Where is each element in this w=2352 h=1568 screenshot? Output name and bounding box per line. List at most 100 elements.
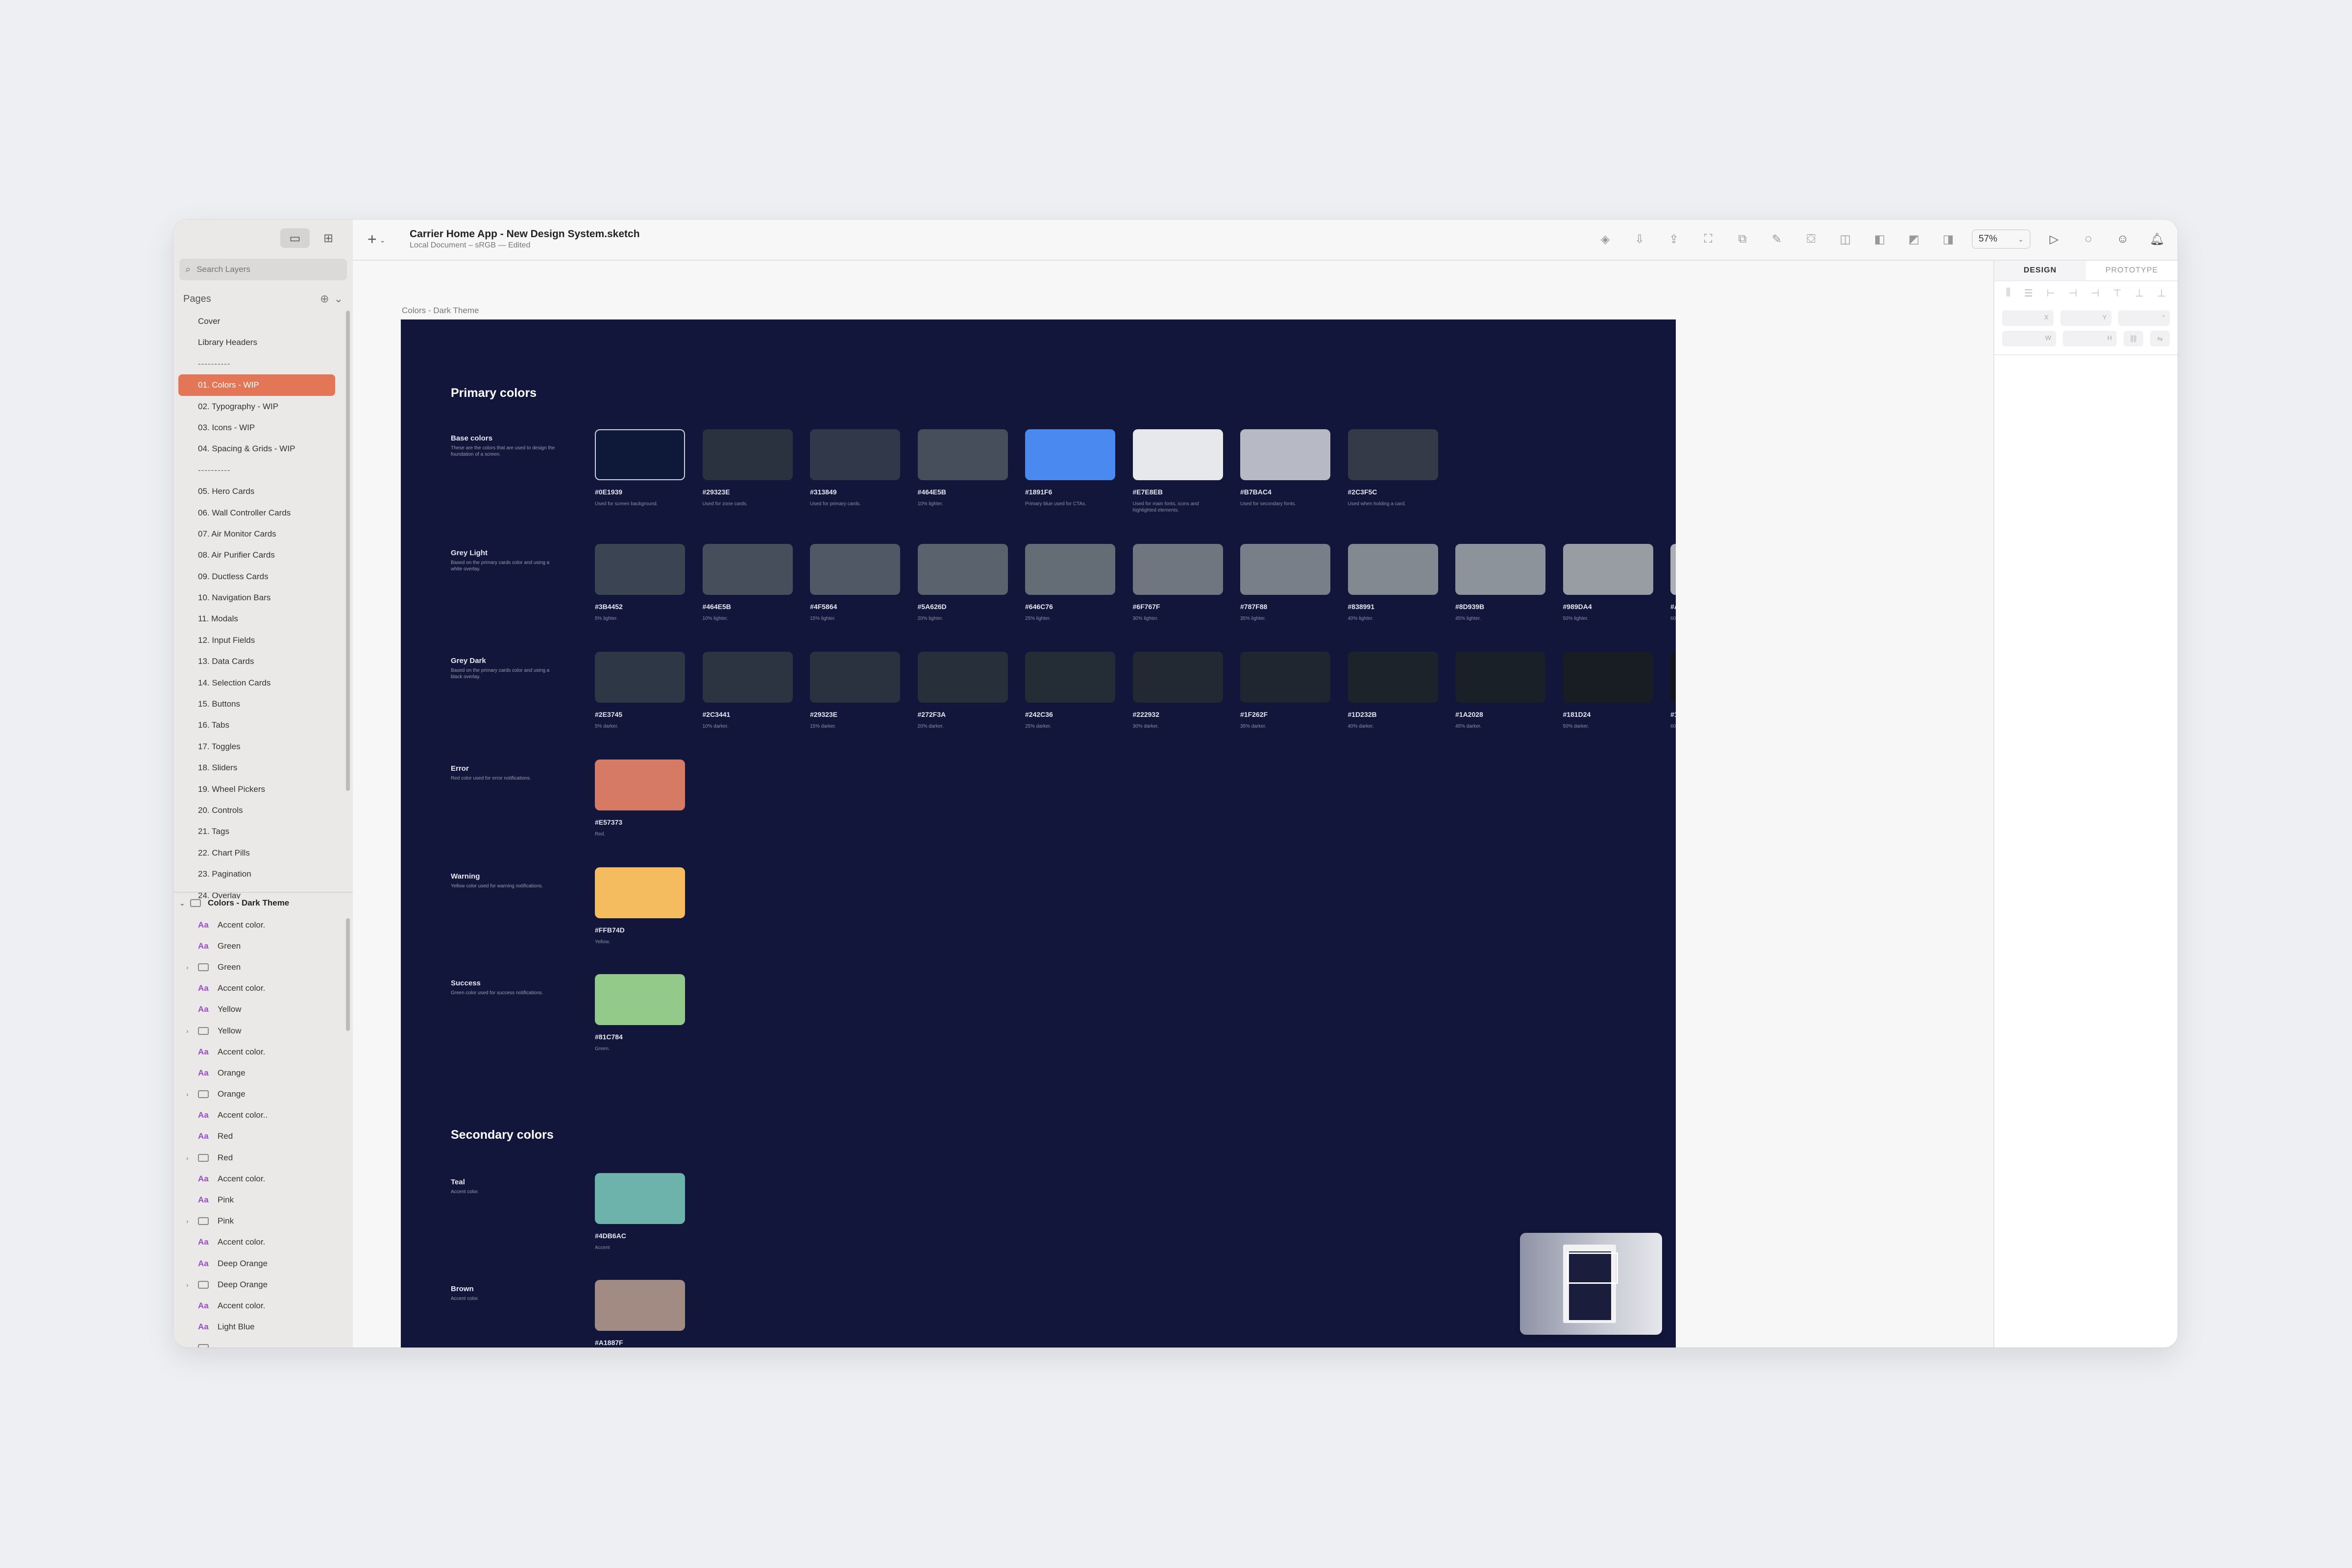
chevron-right-icon[interactable]: › bbox=[186, 963, 198, 971]
add-page-icon[interactable]: ⊕ bbox=[320, 293, 329, 305]
align-top-icon[interactable]: ⊤ bbox=[2113, 287, 2121, 299]
color-swatch[interactable]: #222932 30% darker. bbox=[1132, 652, 1223, 730]
page-item[interactable]: 07. Air Monitor Cards bbox=[178, 523, 335, 544]
layer-text-item[interactable]: Aa Accent color. bbox=[173, 1232, 353, 1253]
swatch-chip[interactable] bbox=[810, 652, 900, 703]
color-swatch[interactable]: #838991 40% lighter. bbox=[1348, 544, 1438, 622]
minimap[interactable] bbox=[1520, 1233, 1662, 1335]
page-item[interactable]: 01. Colors - WIP bbox=[178, 374, 335, 396]
forward-icon[interactable]: ⇩ bbox=[1629, 229, 1650, 249]
page-item[interactable]: 19. Wheel Pickers bbox=[178, 779, 335, 800]
color-swatch[interactable]: #242C36 25% darker. bbox=[1025, 652, 1115, 730]
layer-text-item[interactable]: Aa Accent color. bbox=[173, 914, 353, 935]
color-swatch[interactable]: #464E5B 10% lighter. bbox=[702, 544, 793, 622]
canvas[interactable]: Colors - Dark Theme Primary colors Secon… bbox=[353, 261, 1676, 1348]
swatch-chip[interactable] bbox=[1670, 544, 1676, 595]
chevron-right-icon[interactable]: › bbox=[186, 1027, 198, 1035]
color-swatch[interactable]: #1F262F 35% darker. bbox=[1240, 652, 1330, 730]
play-icon[interactable]: ▷ bbox=[2043, 229, 2065, 249]
page-item[interactable]: 10. Navigation Bars bbox=[178, 587, 335, 608]
page-item[interactable]: 06. Wall Controller Cards bbox=[178, 502, 335, 523]
layer-text-item[interactable]: Aa Red bbox=[173, 1126, 353, 1147]
y-field[interactable]: Y bbox=[2060, 310, 2112, 326]
swatch-chip[interactable] bbox=[1348, 652, 1438, 703]
layer-group-item[interactable]: › bbox=[173, 1338, 353, 1348]
swatch-chip[interactable] bbox=[1025, 429, 1115, 480]
page-item[interactable]: Library Headers bbox=[178, 332, 335, 353]
layer-text-item[interactable]: Aa Orange bbox=[173, 1062, 353, 1083]
swatch-chip[interactable] bbox=[917, 652, 1008, 703]
comment-icon[interactable]: ◌ bbox=[2078, 229, 2099, 249]
page-item[interactable]: 14. Selection Cards bbox=[178, 672, 335, 693]
layer-group-item[interactable]: › Green bbox=[173, 956, 353, 978]
align-left-icon[interactable]: ⊢ bbox=[2047, 287, 2055, 299]
layer-text-item[interactable]: Aa Deep Orange bbox=[173, 1253, 353, 1274]
height-field[interactable]: H bbox=[2063, 331, 2117, 346]
color-swatch[interactable]: #13171D 60% darker. bbox=[1670, 652, 1676, 730]
layer-text-item[interactable]: Aa Accent color.. bbox=[173, 1105, 353, 1126]
swatch-chip[interactable] bbox=[1025, 544, 1115, 595]
layer-group-item[interactable]: › Yellow bbox=[173, 1020, 353, 1041]
color-swatch[interactable]: #5A626D 20% lighter. bbox=[917, 544, 1008, 622]
color-swatch[interactable]: #313849 Used for primary cards. bbox=[810, 429, 900, 507]
color-swatch[interactable]: #1A2028 45% darker. bbox=[1455, 652, 1545, 730]
layers-scrollbar[interactable] bbox=[346, 918, 350, 1031]
intersect-icon[interactable]: ◩ bbox=[1903, 229, 1925, 249]
layer-text-item[interactable]: Aa Light Blue bbox=[173, 1317, 353, 1338]
swatch-chip[interactable] bbox=[1240, 652, 1330, 703]
color-swatch[interactable]: #FFB74D Yellow. bbox=[595, 867, 685, 945]
search-input[interactable] bbox=[196, 264, 325, 275]
page-item[interactable]: 13. Data Cards bbox=[178, 651, 335, 672]
color-swatch[interactable]: #ACB0B6 60% lighter. bbox=[1670, 544, 1676, 622]
color-swatch[interactable]: #2C3F5C Used when holding a card. bbox=[1348, 429, 1438, 507]
layer-text-item[interactable]: Aa Accent color. bbox=[173, 1295, 353, 1316]
page-separator[interactable]: ---------- bbox=[178, 460, 335, 481]
align-right-icon[interactable]: ⊣ bbox=[2091, 287, 2099, 299]
layer-text-item[interactable]: Aa Accent color. bbox=[173, 978, 353, 999]
swatch-chip[interactable] bbox=[595, 760, 685, 810]
page-item[interactable]: Cover bbox=[178, 311, 335, 332]
user-icon[interactable]: ☺ bbox=[2112, 229, 2133, 249]
mask-icon[interactable]: ⛶ bbox=[1697, 229, 1719, 249]
color-swatch[interactable]: #2E3745 5% darker. bbox=[595, 652, 685, 730]
layer-group-colors-dark-theme[interactable]: ⌄ Colors - Dark Theme bbox=[173, 892, 353, 913]
page-item[interactable]: 08. Air Purifier Cards bbox=[178, 544, 335, 565]
color-swatch[interactable]: #B7BAC4 Used for secondary fonts. bbox=[1240, 429, 1330, 507]
swatch-chip[interactable] bbox=[1563, 652, 1653, 703]
swatch-chip[interactable] bbox=[595, 974, 685, 1025]
swatch-chip[interactable] bbox=[702, 652, 793, 703]
layer-group-item[interactable]: › Red bbox=[173, 1147, 353, 1168]
align-middle-icon[interactable]: ⊥ bbox=[2135, 287, 2143, 299]
swatch-chip[interactable] bbox=[1132, 652, 1223, 703]
page-item[interactable]: 11. Modals bbox=[178, 608, 335, 629]
swatch-chip[interactable] bbox=[595, 544, 685, 595]
align-center-icon[interactable]: ⊣ bbox=[2069, 287, 2077, 299]
grid-view-icon[interactable]: ⊞ bbox=[314, 228, 343, 248]
page-item[interactable]: 05. Hero Cards bbox=[178, 481, 335, 502]
color-swatch[interactable]: #4DB6AC Accent bbox=[595, 1173, 685, 1251]
page-item[interactable]: 20. Controls bbox=[178, 800, 335, 821]
difference-icon[interactable]: ◨ bbox=[1937, 229, 1959, 249]
page-item[interactable]: 15. Buttons bbox=[178, 693, 335, 714]
swatch-chip[interactable] bbox=[595, 429, 685, 480]
rotation-field[interactable]: ° bbox=[2118, 310, 2170, 326]
tab-design[interactable]: DESIGN bbox=[1994, 261, 2086, 280]
color-swatch[interactable]: #3B4452 5% lighter. bbox=[595, 544, 685, 622]
chevron-right-icon[interactable]: › bbox=[186, 1154, 198, 1162]
swatch-chip[interactable] bbox=[810, 429, 900, 480]
distribute-vertical-icon[interactable]: ☰ bbox=[2024, 287, 2033, 299]
page-item[interactable]: 03. Icons - WIP bbox=[178, 417, 335, 438]
color-swatch[interactable]: #181D24 50% darker. bbox=[1563, 652, 1653, 730]
color-swatch[interactable]: #989DA4 50% lighter. bbox=[1563, 544, 1653, 622]
chevron-right-icon[interactable]: › bbox=[186, 1281, 198, 1289]
color-swatch[interactable]: #272F3A 20% darker. bbox=[917, 652, 1008, 730]
layer-text-item[interactable]: Aa Accent color. bbox=[173, 1168, 353, 1189]
page-item[interactable]: 09. Ductless Cards bbox=[178, 566, 335, 587]
x-field[interactable]: X bbox=[2002, 310, 2054, 326]
swatch-chip[interactable] bbox=[1025, 652, 1115, 703]
artboard-label[interactable]: Colors - Dark Theme bbox=[402, 306, 479, 316]
group-icon[interactable]: ⧉ bbox=[1732, 229, 1753, 249]
layer-text-item[interactable]: Aa Yellow bbox=[173, 999, 353, 1020]
layer-text-item[interactable]: Aa Green bbox=[173, 935, 353, 956]
color-swatch[interactable]: #787F88 35% lighter. bbox=[1240, 544, 1330, 622]
